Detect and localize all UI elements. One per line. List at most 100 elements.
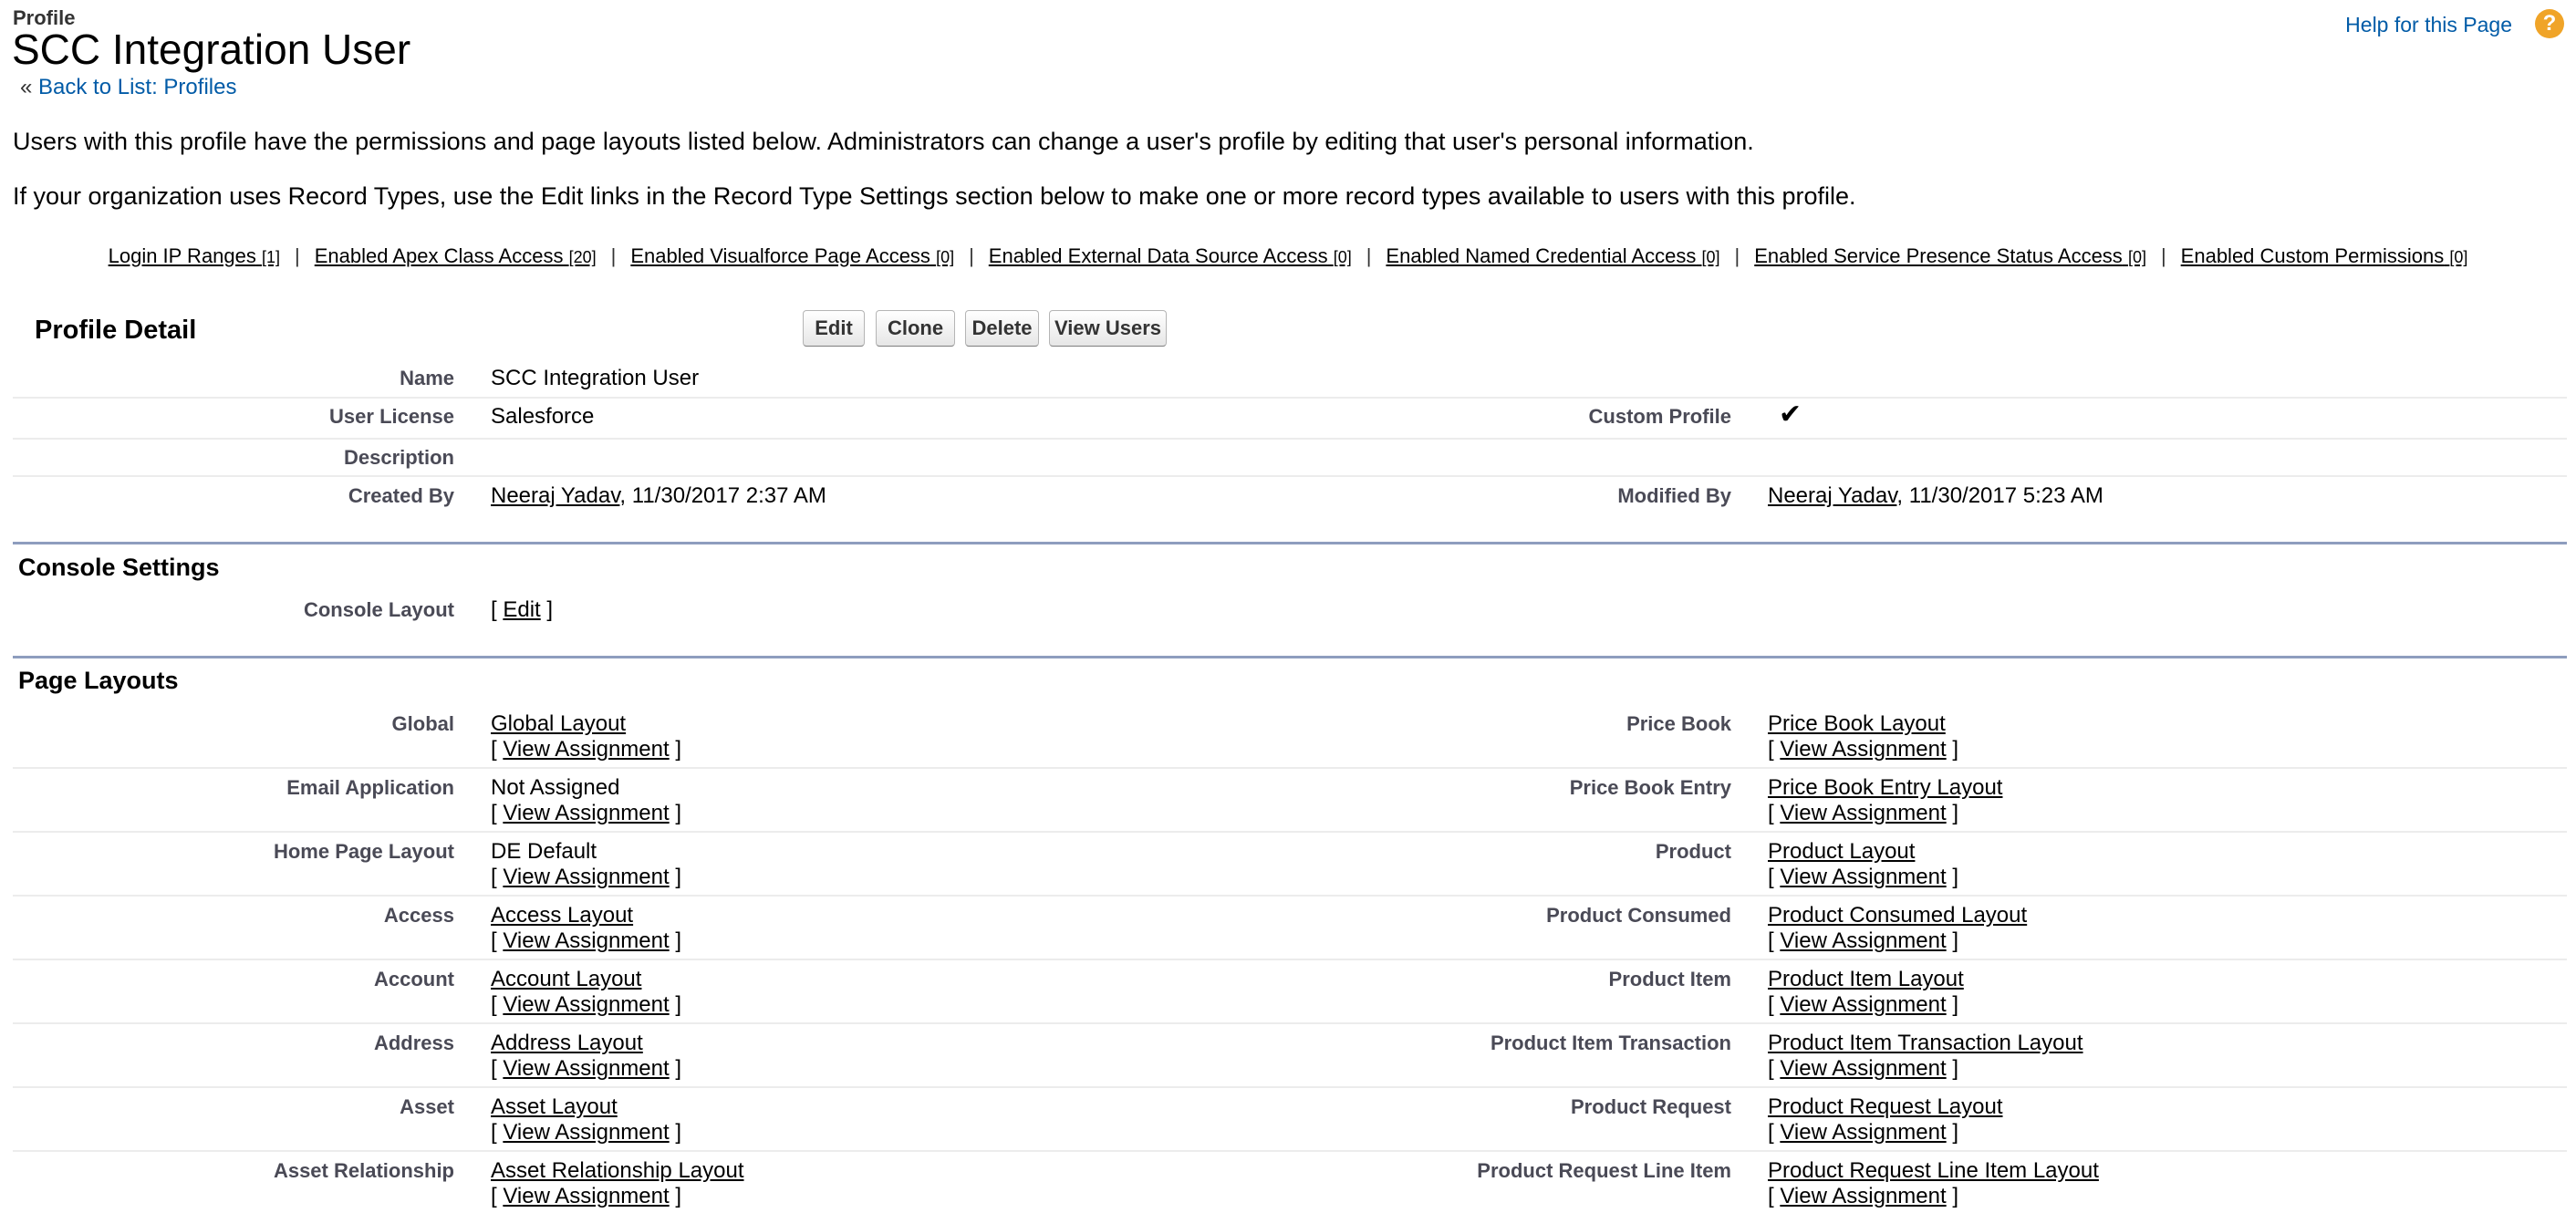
related-link-visualforce-page-access[interactable]: Enabled Visualforce Page Access [0] bbox=[630, 244, 954, 267]
delete-button[interactable]: Delete bbox=[965, 310, 1039, 347]
view-assignment-price-book-entry: [ View Assignment ] bbox=[1768, 801, 1958, 826]
edit-button[interactable]: Edit bbox=[803, 310, 865, 347]
bracket-close: ] bbox=[1952, 992, 1959, 1017]
layout-link-product-consumed[interactable]: Product Consumed Layout bbox=[1768, 903, 2027, 928]
bracket-close: ] bbox=[1952, 737, 1959, 762]
view-assignment-link[interactable]: View Assignment bbox=[1780, 1120, 1946, 1145]
name-label: Name bbox=[400, 367, 454, 389]
layout-value-home-page-layout: DE Default bbox=[491, 839, 597, 865]
created-by-user-link[interactable]: Neeraj Yadav bbox=[491, 483, 619, 508]
console-layout-edit-link[interactable]: Edit bbox=[503, 597, 540, 622]
bracket-close: ] bbox=[1952, 928, 1959, 953]
layout-value-price-book-entry: Price Book Entry Layout bbox=[1768, 775, 2002, 801]
layout-label-home-page-layout: Home Page Layout bbox=[273, 840, 454, 863]
view-assignment-price-book: [ View Assignment ] bbox=[1768, 737, 1958, 762]
bracket-close: ] bbox=[675, 1184, 682, 1208]
view-assignment-product-request: [ View Assignment ] bbox=[1768, 1120, 1958, 1146]
view-assignment-link[interactable]: View Assignment bbox=[503, 737, 669, 762]
layout-link-price-book[interactable]: Price Book Layout bbox=[1768, 711, 1946, 736]
layout-value-product-request: Product Request Layout bbox=[1768, 1094, 2003, 1120]
layout-link-access[interactable]: Access Layout bbox=[491, 903, 633, 928]
layout-value-product: Product Layout bbox=[1768, 839, 1915, 865]
view-assignment-global: [ View Assignment ] bbox=[491, 737, 681, 762]
layout-link-product[interactable]: Product Layout bbox=[1768, 839, 1915, 864]
view-assignment-link[interactable]: View Assignment bbox=[503, 1184, 669, 1208]
divider bbox=[13, 1150, 2567, 1152]
view-assignment-link[interactable]: View Assignment bbox=[503, 992, 669, 1017]
help-icon[interactable]: ? bbox=[2535, 9, 2564, 38]
user-license-value: Salesforce bbox=[491, 404, 595, 429]
layout-link-account[interactable]: Account Layout bbox=[491, 967, 641, 991]
page-layouts-title: Page Layouts bbox=[18, 667, 179, 694]
layout-link-product-request[interactable]: Product Request Layout bbox=[1768, 1094, 2003, 1119]
related-link-external-data-source-access[interactable]: Enabled External Data Source Access [0] bbox=[989, 244, 1352, 267]
divider bbox=[13, 1022, 2567, 1024]
bracket-close: ] bbox=[1952, 1120, 1959, 1145]
view-assignment-link[interactable]: View Assignment bbox=[1780, 928, 1946, 953]
view-assignment-link[interactable]: View Assignment bbox=[1780, 1184, 1946, 1208]
related-link-custom-permissions[interactable]: Enabled Custom Permissions [0] bbox=[2181, 244, 2468, 267]
related-link-named-credential-access[interactable]: Enabled Named Credential Access [0] bbox=[1386, 244, 1719, 267]
view-assignment-link[interactable]: View Assignment bbox=[1780, 865, 1946, 889]
intro-text-2: If your organization uses Record Types, … bbox=[13, 182, 1856, 210]
view-assignment-product: [ View Assignment ] bbox=[1768, 865, 1958, 890]
layout-value-price-book: Price Book Layout bbox=[1768, 711, 1946, 737]
layout-label-product-item: Product Item bbox=[1608, 968, 1731, 990]
layout-link-product-item-transaction[interactable]: Product Item Transaction Layout bbox=[1768, 1031, 2083, 1055]
modified-by-user-link[interactable]: Neeraj Yadav bbox=[1768, 483, 1896, 508]
view-assignment-email-application: [ View Assignment ] bbox=[491, 801, 681, 826]
layout-label-price-book: Price Book bbox=[1626, 712, 1731, 735]
bracket-close: ] bbox=[675, 1056, 682, 1081]
layout-link-product-request-line-item[interactable]: Product Request Line Item Layout bbox=[1768, 1158, 2099, 1183]
separator: | bbox=[1734, 244, 1740, 267]
view-assignment-link[interactable]: View Assignment bbox=[503, 928, 669, 953]
layout-link-asset-relationship[interactable]: Asset Relationship Layout bbox=[491, 1158, 744, 1183]
layout-value-address: Address Layout bbox=[491, 1031, 643, 1056]
layout-link-price-book-entry[interactable]: Price Book Entry Layout bbox=[1768, 775, 2002, 800]
bracket-close: ] bbox=[1952, 865, 1959, 889]
layout-link-product-item[interactable]: Product Item Layout bbox=[1768, 967, 1964, 991]
user-license-label: User License bbox=[329, 405, 454, 428]
view-assignment-link[interactable]: View Assignment bbox=[503, 1120, 669, 1145]
divider bbox=[13, 959, 2567, 960]
layout-label-product-consumed: Product Consumed bbox=[1546, 904, 1731, 927]
view-assignment-product-request-line-item: [ View Assignment ] bbox=[1768, 1184, 1958, 1209]
help-link[interactable]: Help for this Page bbox=[2345, 13, 2512, 37]
divider bbox=[13, 397, 2567, 399]
separator: | bbox=[969, 244, 974, 267]
console-layout-label: Console Layout bbox=[303, 598, 454, 621]
bracket-close: ] bbox=[675, 737, 682, 762]
back-to-list-link[interactable]: Back to List: Profiles bbox=[38, 75, 236, 99]
description-label: Description bbox=[343, 446, 454, 469]
layout-name-home-page-layout: DE Default bbox=[491, 839, 597, 864]
layout-value-asset-relationship: Asset Relationship Layout bbox=[491, 1158, 744, 1184]
view-assignment-link[interactable]: View Assignment bbox=[1780, 737, 1946, 762]
bracket-open: [ bbox=[491, 992, 497, 1017]
related-link-apex-class-access[interactable]: Enabled Apex Class Access [20] bbox=[315, 244, 597, 267]
bracket-open: [ bbox=[1768, 801, 1774, 825]
bracket-open: [ bbox=[1768, 1056, 1774, 1081]
view-assignment-link[interactable]: View Assignment bbox=[503, 865, 669, 889]
layout-value-product-consumed: Product Consumed Layout bbox=[1768, 903, 2027, 928]
view-assignment-link[interactable]: View Assignment bbox=[503, 1056, 669, 1081]
clone-button[interactable]: Clone bbox=[876, 310, 955, 347]
view-assignment-link[interactable]: View Assignment bbox=[1780, 992, 1946, 1017]
section-rule bbox=[13, 542, 2567, 544]
layout-link-global[interactable]: Global Layout bbox=[491, 711, 626, 736]
layout-link-asset[interactable]: Asset Layout bbox=[491, 1094, 618, 1119]
view-assignment-link[interactable]: View Assignment bbox=[503, 801, 669, 825]
view-assignment-access: [ View Assignment ] bbox=[491, 928, 681, 954]
layout-value-product-item-transaction: Product Item Transaction Layout bbox=[1768, 1031, 2083, 1056]
view-users-button[interactable]: View Users bbox=[1049, 310, 1167, 347]
related-link-service-presence-status-access[interactable]: Enabled Service Presence Status Access [… bbox=[1754, 244, 2146, 267]
layout-value-email-application: Not Assigned bbox=[491, 775, 619, 801]
layout-link-address[interactable]: Address Layout bbox=[491, 1031, 643, 1055]
related-link-login-ip-ranges[interactable]: Login IP Ranges [1] bbox=[109, 244, 280, 267]
view-assignment-product-consumed: [ View Assignment ] bbox=[1768, 928, 1958, 954]
view-assignment-home-page-layout: [ View Assignment ] bbox=[491, 865, 681, 890]
checkmark-icon: ✔ bbox=[1779, 399, 1802, 430]
view-assignment-link[interactable]: View Assignment bbox=[1780, 801, 1946, 825]
layout-label-email-application: Email Application bbox=[286, 776, 454, 799]
layout-value-global: Global Layout bbox=[491, 711, 626, 737]
view-assignment-link[interactable]: View Assignment bbox=[1780, 1056, 1946, 1081]
